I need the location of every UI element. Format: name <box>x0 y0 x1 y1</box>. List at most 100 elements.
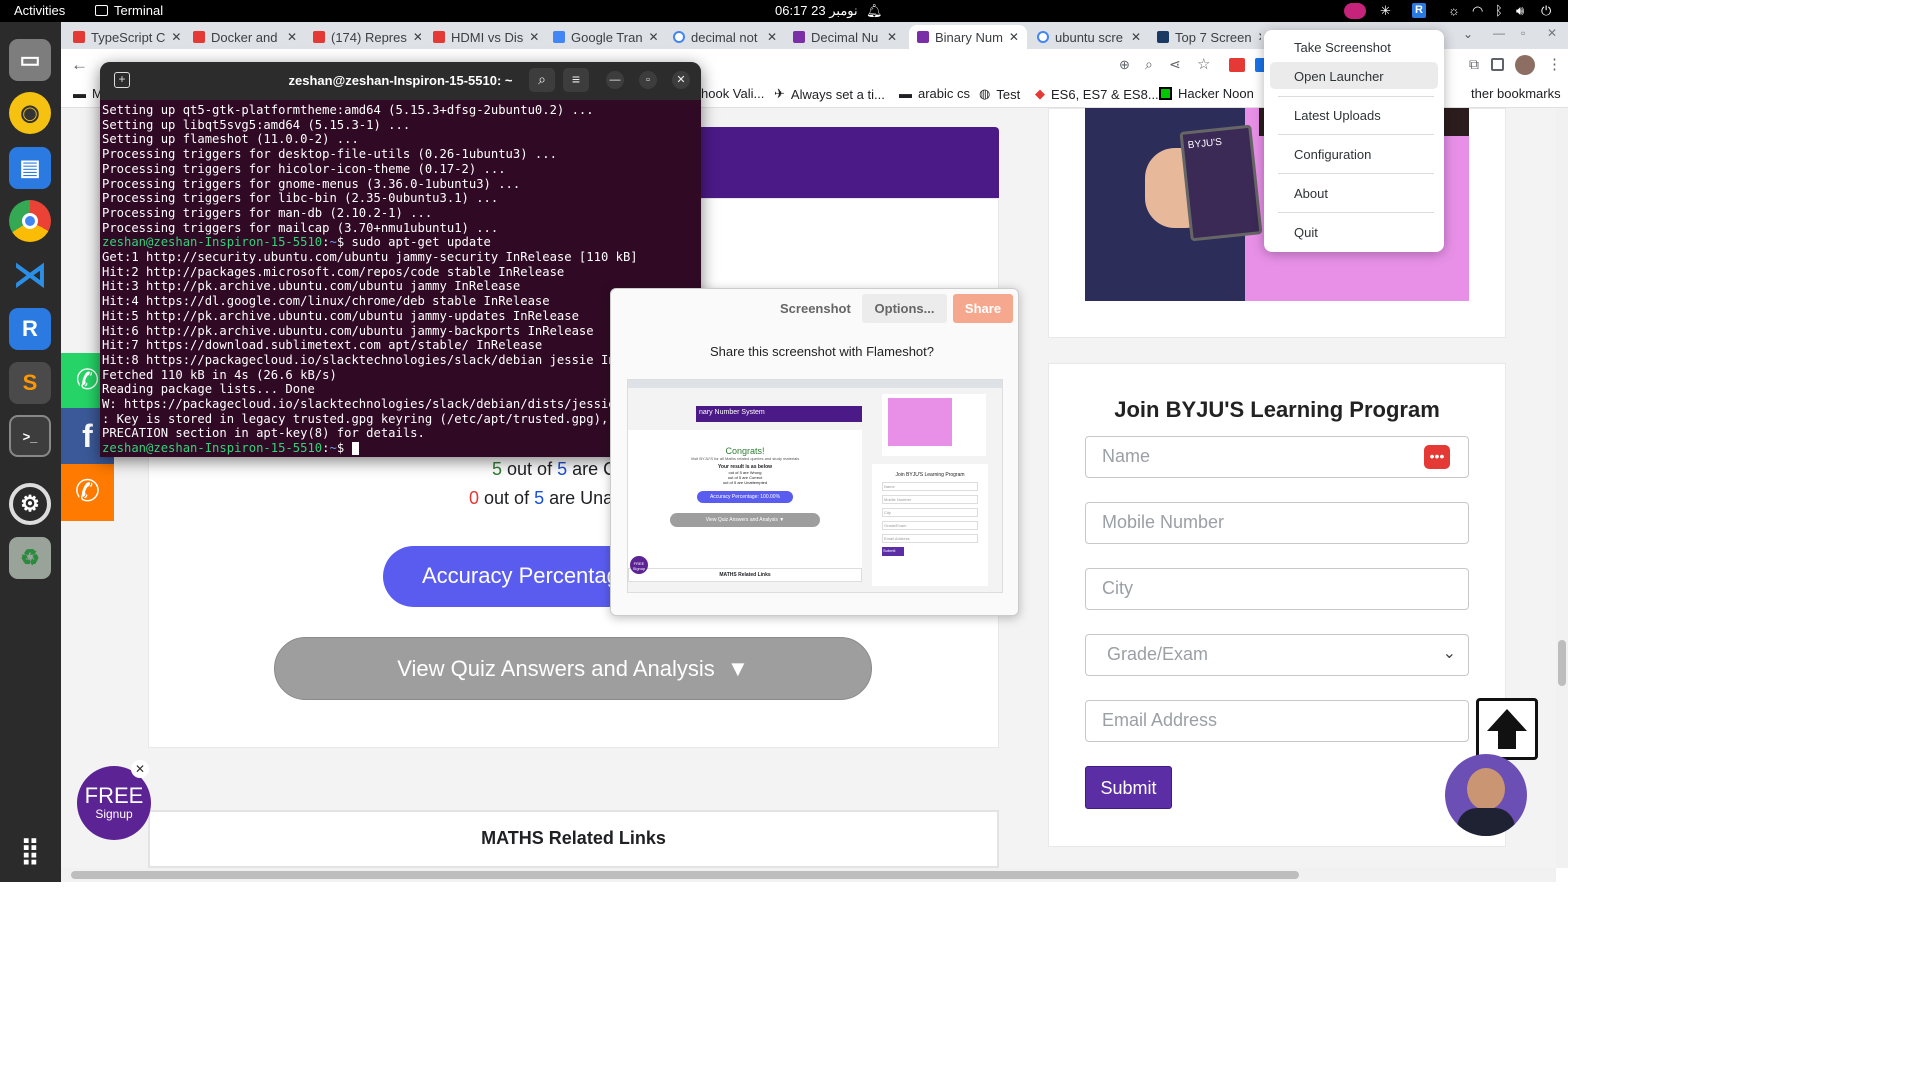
rhythmbox-app-icon[interactable]: ◉ <box>9 92 51 134</box>
page-horizontal-scrollbar[interactable] <box>61 868 1556 882</box>
tab-ubuntu-screenshot[interactable]: ubuntu scre ✕ <box>1037 25 1145 49</box>
bookmark-star-icon[interactable]: ☆ <box>1197 55 1210 73</box>
hamburger-menu-icon[interactable]: ≡ <box>563 68 589 92</box>
password-manager-icon[interactable]: ••• <box>1424 445 1450 469</box>
configuration-menu-item[interactable]: Configuration <box>1294 147 1371 162</box>
scroll-thumb[interactable] <box>1558 640 1566 686</box>
app-menu[interactable]: Terminal <box>95 3 163 18</box>
bookmark-always-set[interactable]: ✈ Always set a ti... <box>774 86 885 102</box>
remmina-tray-icon[interactable]: R <box>1412 3 1426 18</box>
extension-icon[interactable]: ⊕ <box>1119 57 1130 73</box>
bookmark-folder-m[interactable]: ▬ M <box>73 86 103 101</box>
close-window-icon[interactable]: ✕ <box>1547 26 1557 40</box>
page-vertical-scrollbar[interactable] <box>1556 108 1568 868</box>
clock[interactable]: 06:17 23 نومبر <box>775 3 858 19</box>
tab-typescript[interactable]: TypeScript C ✕ <box>73 25 181 49</box>
tab-decimal-notation[interactable]: decimal not ✕ <box>673 25 781 49</box>
submit-button[interactable]: Submit <box>1085 766 1172 809</box>
other-bookmarks[interactable]: ther bookmarks <box>1471 86 1561 101</box>
chrome-app-icon[interactable] <box>9 200 51 242</box>
wifi-icon[interactable]: ◠ <box>1472 3 1483 19</box>
files-app-icon[interactable]: ▭ <box>9 39 51 81</box>
tab-youtube[interactable]: (174) Repres ✕ <box>313 25 421 49</box>
quit-menu-item[interactable]: Quit <box>1294 225 1318 240</box>
tab-hdmi[interactable]: HDMI vs Dis ✕ <box>433 25 541 49</box>
minimize-icon[interactable]: — <box>1493 26 1505 40</box>
flameshot-tray-icon[interactable] <box>1344 3 1366 19</box>
bluetooth-icon[interactable]: ᛒ <box>1495 3 1503 18</box>
bookmark-es6[interactable]: ◆ ES6, ES7 & ES8... <box>1035 86 1159 102</box>
search-icon[interactable]: ⌕ <box>529 68 555 92</box>
bookmark-test[interactable]: ◍ Test <box>979 86 1020 102</box>
close-icon[interactable]: ✕ <box>887 30 901 44</box>
maximize-icon[interactable]: ▫ <box>639 71 657 89</box>
scroll-to-top-button[interactable] <box>1476 698 1538 760</box>
terminal-line: Processing triggers for man-db (2.10.2-1… <box>102 205 433 220</box>
power-icon[interactable]: ⏻ <box>1541 3 1551 19</box>
chevron-down-icon[interactable]: ⌄ <box>1463 27 1473 41</box>
close-icon[interactable]: ✕ <box>413 30 421 44</box>
bookmark-arabic-cs[interactable]: ▬ arabic cs <box>899 86 970 101</box>
tab-binary-number[interactable]: Binary Num ✕ <box>909 25 1027 49</box>
latest-uploads-menu-item[interactable]: Latest Uploads <box>1294 108 1381 123</box>
terminal-app-icon[interactable]: >_ <box>9 415 51 457</box>
tab-google-translate[interactable]: Google Tran ✕ <box>553 25 661 49</box>
tutor-avatar[interactable] <box>1445 754 1527 836</box>
bookmark-hook[interactable]: hook Vali... <box>701 86 764 101</box>
view-quiz-answers-button[interactable]: View Quiz Answers and Analysis ▼ <box>274 637 872 700</box>
minimize-icon[interactable]: — <box>606 71 624 89</box>
open-launcher-menu-item[interactable]: Open Launcher <box>1294 69 1384 84</box>
close-icon[interactable]: ✕ <box>767 30 781 44</box>
call-button[interactable]: ✆ <box>61 464 114 521</box>
back-icon[interactable]: ← <box>71 55 88 75</box>
tab-decimal-number[interactable]: Decimal Nu ✕ <box>793 25 901 49</box>
side-panel-icon[interactable] <box>1491 58 1504 71</box>
grade-exam-select[interactable]: Grade/Exam ⌄ <box>1085 634 1469 676</box>
thumb-join: Join BYJU'S Learning Program <box>895 472 965 478</box>
city-field[interactable]: City <box>1085 568 1469 610</box>
close-icon[interactable]: ✕ <box>1258 30 1261 44</box>
extension-red-icon[interactable] <box>1229 58 1245 72</box>
close-icon[interactable]: ✕ <box>1009 30 1023 44</box>
close-icon[interactable]: ✕ <box>171 30 181 44</box>
extensions-puzzle-icon[interactable]: ⧉ <box>1469 56 1479 73</box>
email-address-field[interactable]: Email Address <box>1085 700 1469 742</box>
name-field[interactable]: Name ••• <box>1085 436 1469 478</box>
mobile-placeholder: Mobile Number <box>1102 512 1225 532</box>
profile-avatar[interactable] <box>1515 55 1535 75</box>
tab-docker[interactable]: Docker and ✕ <box>193 25 301 49</box>
take-screenshot-menu-item[interactable]: Take Screenshot <box>1294 40 1391 55</box>
share-tab[interactable]: Share <box>953 294 1013 323</box>
show-apps-icon[interactable]: ⣿ <box>9 829 51 871</box>
close-icon[interactable]: ✕ <box>1131 30 1145 44</box>
trash-app-icon[interactable]: ♻ <box>9 537 51 579</box>
kebab-menu-icon[interactable]: ⋮ <box>1547 55 1562 73</box>
sublime-app-icon[interactable]: S <box>9 362 51 404</box>
hacker-noon-icon <box>1159 87 1172 100</box>
zoom-icon[interactable]: ⌕ <box>1145 56 1153 73</box>
close-icon[interactable]: ✕ <box>672 71 690 89</box>
close-icon[interactable]: ✕ <box>649 30 661 44</box>
remmina-app-icon[interactable]: R <box>9 308 51 350</box>
thumb-f3: City <box>882 508 978 517</box>
settings-app-icon[interactable]: ⚙ <box>9 483 51 525</box>
close-icon[interactable]: ✕ <box>287 30 301 44</box>
accuracy-percentage-button[interactable]: Accuracy Percentag <box>383 546 623 607</box>
share-icon[interactable]: ⋖ <box>1169 56 1181 73</box>
close-signup-icon[interactable]: ✕ <box>131 760 149 778</box>
close-icon[interactable]: ✕ <box>529 30 541 44</box>
screenshot-tab[interactable]: Screenshot <box>780 301 851 316</box>
writer-app-icon[interactable]: ▤ <box>9 147 51 189</box>
options-tab[interactable]: Options... <box>862 294 947 323</box>
vscode-app-icon[interactable]: ⋊ <box>9 254 51 296</box>
slack-tray-icon[interactable]: ✳ <box>1380 3 1391 19</box>
mobile-number-field[interactable]: Mobile Number <box>1085 502 1469 544</box>
tab-top7-screen[interactable]: Top 7 Screen ✕ <box>1157 25 1261 49</box>
maximize-icon[interactable]: ▫ <box>1521 26 1525 40</box>
volume-icon[interactable]: 🔊︎ <box>1516 3 1524 19</box>
flameshot-share-dialog: Screenshot Options... Share Share this s… <box>610 288 1019 616</box>
about-menu-item[interactable]: About <box>1294 186 1328 201</box>
bookmark-hacker-noon[interactable]: Hacker Noon <box>1159 86 1254 101</box>
activities-button[interactable]: Activities <box>14 3 65 18</box>
scroll-thumb[interactable] <box>71 871 1299 879</box>
